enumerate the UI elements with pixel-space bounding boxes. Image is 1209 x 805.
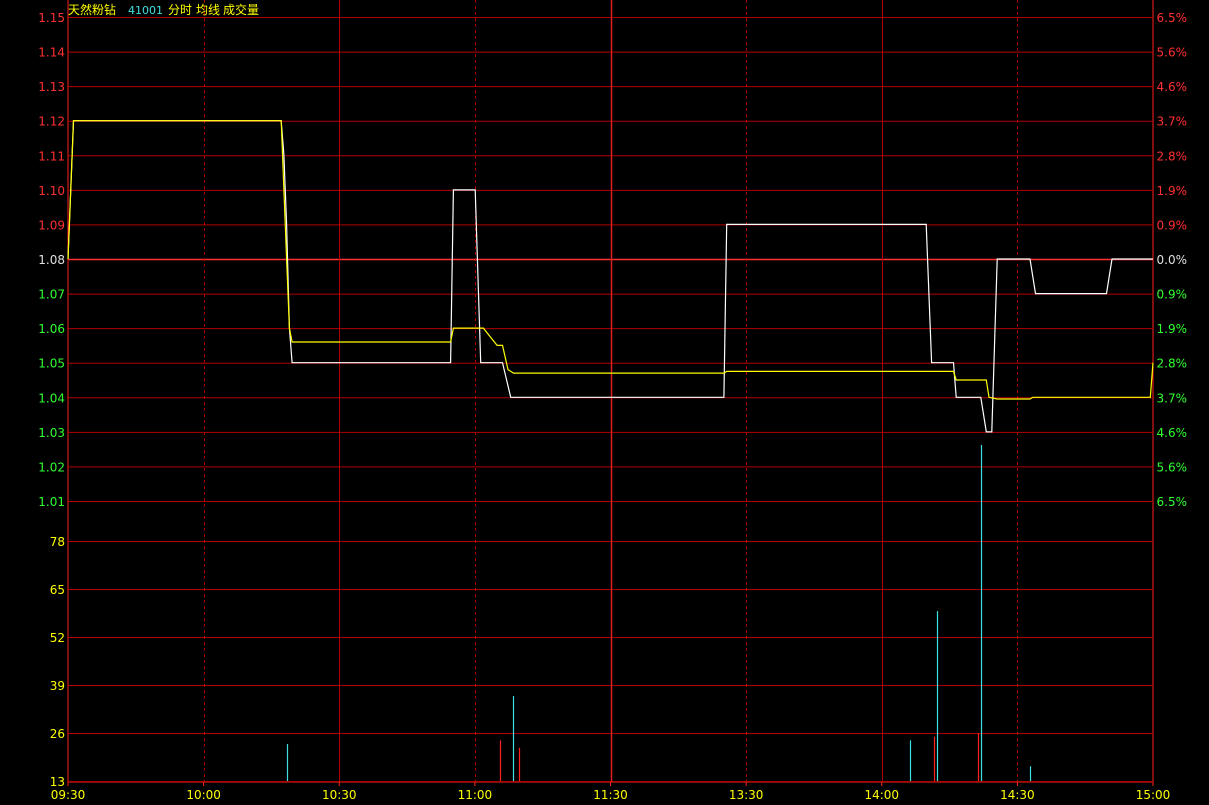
price-line (67, 120, 1153, 433)
price-tick-label: 1.08 (38, 253, 65, 267)
volume-tick-label: 65 (50, 583, 65, 597)
volume-tick-label: 78 (50, 535, 65, 549)
percent-tick-label: 4.6% (1157, 80, 1188, 94)
percent-tick-label: 5.6% (1157, 460, 1188, 474)
price-tick-label: 1.02 (38, 460, 65, 474)
price-tick-label: 1.05 (38, 357, 65, 371)
view-mode-label[interactable]: 分时 (168, 3, 192, 17)
price-tick-label: 1.14 (38, 46, 65, 60)
price-tick-label: 1.09 (38, 218, 65, 232)
intraday-chart: 1.15 1.14 1.13 1.12 1.11 1.10 1.09 1.08 1.07 1.06… (38, 0, 1188, 802)
price-tick-label: 1.01 (38, 495, 65, 509)
volume-tick-label: 52 (50, 631, 65, 645)
volume-layer (286, 445, 1032, 781)
time-tick-label: 10:30 (322, 788, 357, 802)
percent-tick-label: 0.9% (1157, 288, 1188, 302)
avg-line-label[interactable]: 均线 (196, 3, 220, 17)
percent-tick-label: 1.9% (1157, 322, 1188, 336)
time-tick-label: 13:30 (729, 788, 764, 802)
volume-tick-label: 26 (50, 727, 65, 741)
price-lines-layer (67, 120, 1154, 433)
time-tick-label: 11:30 (593, 788, 628, 802)
price-tick-label: 1.07 (38, 288, 65, 302)
volume-axis-labels: 78 65 52 39 26 13 (50, 535, 65, 789)
price-tick-label: 1.12 (38, 115, 65, 129)
stock-code: 41001 (128, 4, 163, 17)
percent-tick-label: 1.9% (1157, 184, 1188, 198)
percent-axis-labels: 6.5% 5.6% 4.6% 3.7% 2.8% 1.9% 0.9% 0.0% 0.9% 1.9%… (1157, 11, 1188, 509)
price-tick-label: 1.13 (38, 80, 65, 94)
chart-header: 天然粉钻 41001 分时 均线 成交量 (68, 2, 259, 17)
time-axis-labels: 09:30 10:00 10:30 11:00 11:30 13:30 14:00 14:30… (51, 782, 1171, 802)
price-axis-labels: 1.15 1.14 1.13 1.12 1.11 1.10 1.09 1.08 1.07 1.06… (38, 11, 65, 509)
percent-tick-label: 0.0% (1157, 253, 1188, 267)
percent-tick-label: 3.7% (1157, 391, 1188, 405)
price-tick-label: 1.11 (38, 149, 65, 163)
stock-name[interactable]: 天然粉钻 (68, 2, 116, 17)
percent-tick-label: 0.9% (1157, 218, 1188, 232)
volume-tick-label: 39 (50, 679, 65, 693)
percent-tick-label: 3.7% (1157, 115, 1188, 129)
percent-tick-label: 6.5% (1157, 495, 1188, 509)
time-tick-label: 10:00 (186, 788, 221, 802)
percent-tick-label: 5.6% (1157, 46, 1188, 60)
price-tick-label: 1.10 (38, 184, 65, 198)
time-tick-label: 14:30 (1000, 788, 1035, 802)
percent-tick-label: 6.5% (1157, 11, 1188, 25)
percent-tick-label: 2.8% (1157, 149, 1188, 163)
percent-tick-label: 4.6% (1157, 426, 1188, 440)
volume-tick-label: 13 (50, 775, 65, 789)
price-tick-label: 1.15 (38, 11, 65, 25)
time-tick-label: 15:00 (1136, 788, 1171, 802)
price-tick-label: 1.04 (38, 391, 65, 405)
volume-label[interactable]: 成交量 (223, 2, 259, 17)
time-tick-label: 14:00 (864, 788, 899, 802)
price-tick-label: 1.03 (38, 426, 65, 440)
time-tick-label: 09:30 (51, 788, 86, 802)
grid-layer (67, 0, 1154, 783)
price-tick-label: 1.06 (38, 322, 65, 336)
time-tick-label: 11:00 (458, 788, 493, 802)
percent-tick-label: 2.8% (1157, 357, 1188, 371)
